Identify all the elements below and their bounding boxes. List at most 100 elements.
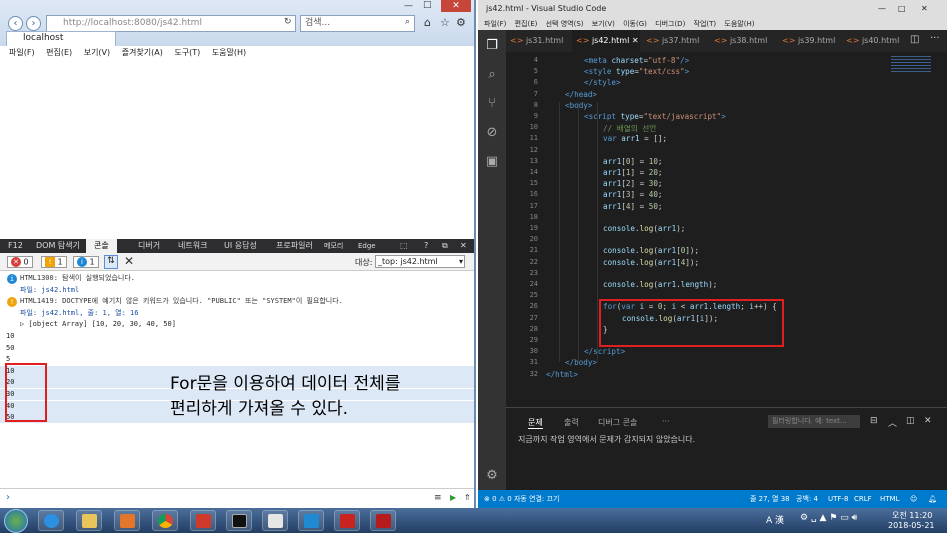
home-icon[interactable]: ⌂ (424, 16, 431, 29)
editor-tab[interactable]: <> js40.html (842, 30, 904, 52)
maximize-button[interactable]: □ (423, 0, 432, 10)
collapse-all-icon[interactable]: ⊟ (870, 416, 878, 426)
menu-view[interactable]: 보기(V) (84, 48, 110, 57)
editor-tab[interactable]: <> js38.html (710, 30, 776, 52)
editor-tab[interactable]: <> js39.html (778, 30, 840, 52)
status-encoding[interactable]: UTF-8 (828, 490, 848, 508)
vsc-menu-debug[interactable]: 디버그(D) (655, 20, 685, 28)
tab-dom-explorer[interactable]: DOM 탐색기 (36, 239, 80, 253)
menu-edit[interactable]: 편집(E) (46, 48, 72, 57)
address-bar[interactable]: http://localhost:8080/js42.html (46, 15, 296, 32)
taskbar-cmd[interactable] (226, 510, 252, 531)
devtools-mode[interactable]: Edge (358, 239, 376, 253)
debug-icon[interactable]: ⊘ (484, 125, 500, 141)
devtools-dock-icon[interactable]: ⬚ (400, 239, 408, 253)
tab-close-icon[interactable]: ✕ (632, 36, 639, 45)
vsc-menu-view[interactable]: 보기(V) (592, 20, 615, 28)
status-eol[interactable]: CRLF (854, 490, 872, 508)
vsc-menu-selection[interactable]: 선택 영역(S) (546, 20, 584, 28)
chevron-up-icon[interactable]: ︿ (888, 416, 897, 429)
feedback-smiley-icon[interactable]: ☺ (910, 490, 917, 508)
panel-tab-problems[interactable]: 문제 (528, 417, 543, 429)
status-indentation[interactable]: 공백: 4 (796, 490, 818, 508)
status-language[interactable]: HTML (880, 490, 899, 508)
search-box[interactable]: 검색... (300, 15, 415, 32)
manage-gear-icon[interactable]: ⚙ (484, 468, 500, 484)
menu-tools[interactable]: 도구(T) (174, 48, 200, 57)
explorer-icon[interactable]: ❐ (484, 38, 500, 54)
browser-tab[interactable]: localhost (6, 31, 116, 46)
target-select[interactable]: _top: js42.html ▾ (375, 255, 465, 268)
search-icon[interactable]: ⌕ (484, 67, 500, 83)
taskbar-chrome[interactable] (152, 510, 178, 531)
menu-file[interactable]: 파일(F) (9, 48, 35, 57)
tray-icons[interactable]: ⚙ ␣ ▲ ⚑ ▭ 🔊︎ (800, 513, 857, 523)
taskbar-java[interactable] (262, 510, 288, 531)
minimize-button[interactable]: — (404, 1, 413, 11)
clock-date[interactable]: 2018-05-21 (888, 521, 935, 530)
notifications-bell-icon[interactable]: 🔔︎ (928, 490, 937, 508)
refresh-icon[interactable]: ↻ (284, 17, 292, 27)
more-actions-icon[interactable]: ··· (930, 33, 940, 44)
vscode-maximize-button[interactable]: □ (898, 0, 906, 18)
extensions-icon[interactable]: ▣ (484, 154, 500, 170)
warnings-filter[interactable]: ! 1 (41, 256, 67, 268)
editor-tab[interactable]: <> js31.html (506, 30, 570, 52)
taskbar-vscode[interactable] (298, 510, 324, 531)
filter-icon[interactable]: ⇅ (104, 255, 118, 269)
back-button[interactable]: ‹ (8, 16, 23, 31)
vsc-menu-file[interactable]: 파일(F) (484, 20, 506, 28)
vsc-menu-go[interactable]: 이동(G) (623, 20, 647, 28)
favorites-star-icon[interactable]: ☆ (440, 16, 450, 29)
panel-more-icon[interactable]: ··· (662, 417, 670, 426)
clock-time[interactable]: 오전 11:20 (892, 510, 932, 521)
tab-memory[interactable]: 메모리 (324, 239, 343, 253)
taskbar-media-player[interactable] (114, 510, 140, 531)
close-panel-icon[interactable]: ✕ (924, 416, 932, 426)
messages-filter[interactable]: i 1 (73, 256, 99, 268)
editor-tab-active[interactable]: <> js42.html ✕ (572, 30, 640, 52)
menu-icon[interactable]: ≡ (434, 493, 442, 503)
menu-favorites[interactable]: 즐겨찾기(A) (122, 48, 163, 57)
console-input-row[interactable]: › ≡ ▶ ⇑ (0, 488, 474, 508)
vsc-menu-tasks[interactable]: 작업(T) (694, 20, 717, 28)
tab-network[interactable]: 네트워크 (178, 239, 207, 253)
expand-icon[interactable]: ⇑ (464, 493, 471, 502)
vsc-menu-help[interactable]: 도움말(H) (724, 20, 754, 28)
devtools-close-icon[interactable]: ✕ (460, 239, 467, 253)
search-icon[interactable]: ⌕ (405, 17, 410, 27)
split-editor-icon[interactable]: ◫ (910, 34, 919, 45)
source-control-icon[interactable]: ⑂ (484, 96, 500, 112)
vsc-menu-edit[interactable]: 편집(E) (515, 20, 538, 28)
taskbar-app-red[interactable] (190, 510, 216, 531)
ime-indicator[interactable]: A 漢 (766, 513, 784, 526)
devtools-undock-icon[interactable]: ⧉ (442, 239, 448, 253)
vscode-close-button[interactable]: ✕ (921, 0, 928, 18)
tab-profiler[interactable]: 프로파일러 (276, 239, 313, 253)
tab-console[interactable]: 콘솔 (86, 239, 117, 253)
start-button[interactable] (4, 509, 28, 533)
editor-tab[interactable]: <> js37.html (642, 30, 708, 52)
vscode-minimize-button[interactable]: — (878, 0, 886, 18)
errors-filter[interactable]: ✕ 0 (7, 256, 33, 268)
taskbar-ie[interactable] (38, 510, 64, 531)
tab-ui-responsiveness[interactable]: UI 응답성 (224, 239, 257, 253)
devtools-help-icon[interactable]: ? (424, 239, 428, 253)
problems-filter-input[interactable]: 필터링합니다. 예: text... (768, 415, 860, 428)
run-icon[interactable]: ▶ (450, 493, 456, 502)
minimap[interactable] (891, 54, 931, 74)
maximize-panel-icon[interactable]: ◫ (906, 416, 915, 426)
code-editor[interactable]: 4 <meta charset="utf-8"/> 5 <style type="te… (506, 52, 947, 407)
panel-tab-output[interactable]: 출력 (564, 417, 579, 428)
status-cursor-position[interactable]: 줄 27, 열 38 (750, 490, 790, 508)
taskbar-acrobat[interactable] (370, 510, 396, 531)
taskbar-explorer[interactable] (76, 510, 102, 531)
status-problems[interactable]: ⊗ 0 ⚠ 0 자동 연결: 끄기 (484, 490, 559, 508)
taskbar-filezilla[interactable] (334, 510, 360, 531)
forward-button[interactable]: › (26, 16, 41, 31)
menu-help[interactable]: 도움말(H) (212, 48, 246, 57)
close-button[interactable]: ✕ (441, 0, 471, 12)
settings-gear-icon[interactable]: ⚙ (456, 16, 466, 29)
panel-tab-debug-console[interactable]: 디버그 콘솔 (598, 417, 637, 428)
clear-console-icon[interactable]: ✕ (124, 254, 134, 268)
